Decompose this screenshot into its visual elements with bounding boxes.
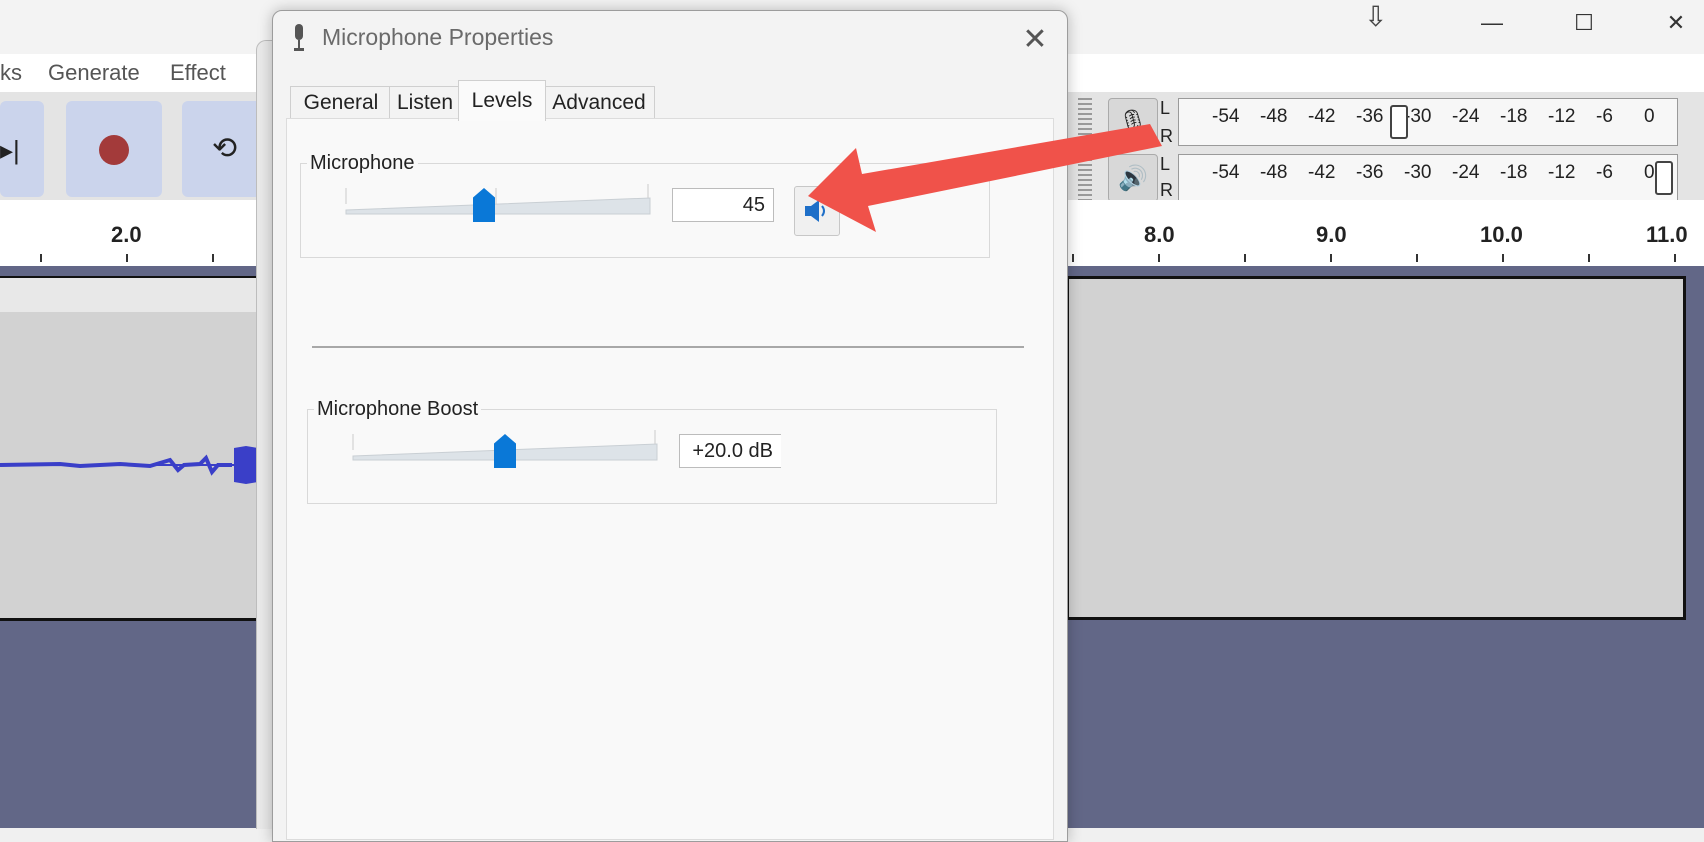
microphone-group-label: Microphone — [307, 152, 418, 175]
ruler-label: 11.0 — [1646, 222, 1688, 247]
track-header — [0, 278, 270, 312]
meter-scale-label: -24 — [1452, 162, 1480, 183]
close-icon: ✕ — [1666, 10, 1686, 35]
microphone-icon: 🎙 — [1117, 108, 1149, 136]
playback-meter-button[interactable]: 🔊 — [1108, 154, 1158, 202]
skip-to-end-button[interactable]: ▸| — [0, 101, 44, 197]
ruler-tick — [1502, 254, 1504, 262]
ruler-tick — [1072, 254, 1074, 262]
close-icon: ✕ — [1022, 22, 1048, 56]
slider-wedge — [345, 184, 651, 215]
section-divider — [312, 346, 1024, 348]
meter-scale-label: -6 — [1596, 162, 1613, 183]
menu-effect[interactable]: Effect — [170, 60, 226, 86]
microphone-boost-slider[interactable] — [351, 426, 659, 468]
ruler-tick — [212, 254, 214, 262]
ruler-tick — [1674, 254, 1676, 262]
speaker-icon — [805, 200, 825, 222]
playback-level-thumb[interactable] — [1655, 161, 1673, 195]
microphone-volume-slider[interactable] — [344, 180, 652, 222]
meter-scale-label: -18 — [1500, 162, 1528, 183]
ruler-label: 2.0 — [111, 222, 142, 247]
waveform — [0, 446, 262, 484]
meter-scale-label: -30 — [1404, 106, 1432, 127]
ruler-tick — [1416, 254, 1418, 262]
minimize-icon: — — [1481, 10, 1503, 35]
dialog-close-button[interactable]: ✕ — [1010, 20, 1060, 58]
tab-advanced[interactable]: Advanced — [543, 86, 655, 119]
meter-channel-right: R — [1160, 126, 1173, 146]
close-window-button[interactable]: ✕ — [1632, 0, 1704, 46]
meter-scale-label: -6 — [1596, 106, 1613, 127]
meter-scale-label: -42 — [1308, 162, 1336, 183]
meter-scale-label: -48 — [1260, 162, 1288, 183]
meter-scale-label: 0 — [1644, 106, 1655, 127]
audio-track[interactable] — [1066, 276, 1686, 620]
toolbar-grip[interactable] — [1078, 98, 1092, 144]
meter-scale-label: -30 — [1404, 162, 1432, 183]
meter-scale-label: -48 — [1260, 106, 1288, 127]
meter-scale-label: -18 — [1500, 106, 1528, 127]
microphone-icon — [292, 24, 306, 52]
mute-button[interactable] — [794, 186, 840, 236]
recording-level-thumb[interactable] — [1390, 105, 1408, 139]
meter-channel-left: L — [1160, 98, 1171, 118]
tab-listen[interactable]: Listen — [389, 86, 461, 119]
record-button[interactable] — [66, 101, 162, 197]
menu-tracks[interactable]: ks — [0, 60, 22, 86]
tab-general[interactable]: General — [290, 86, 392, 119]
ruler-tick — [126, 254, 128, 262]
microphone-boost-value[interactable]: +20.0 dB — [679, 434, 781, 468]
ruler-label: 8.0 — [1144, 222, 1175, 247]
meter-channel-left: L — [1160, 154, 1171, 174]
meter-scale-label: -36 — [1356, 162, 1384, 183]
microphone-boost-group-label: Microphone Boost — [314, 398, 482, 421]
maximize-button[interactable]: ☐ — [1540, 0, 1628, 46]
meter-scale-label: -24 — [1452, 106, 1480, 127]
meter-scale-label: -54 — [1212, 162, 1240, 183]
ruler-tick — [1244, 254, 1246, 262]
ruler-tick — [1158, 254, 1160, 262]
download-arrow-icon: ⇩ — [1364, 1, 1388, 32]
meter-scale-label: -54 — [1212, 106, 1240, 127]
meter-scale-label: 0 — [1644, 162, 1655, 183]
ruler-tick — [40, 254, 42, 262]
loop-icon: ⟲ — [212, 132, 238, 165]
ruler-tick — [1588, 254, 1590, 262]
meter-scale-label: -12 — [1548, 106, 1576, 127]
skip-end-icon: ▸| — [0, 135, 20, 165]
record-icon — [99, 135, 129, 165]
recording-meter-button[interactable]: 🎙 — [1108, 98, 1158, 146]
meter-scale-label: -36 — [1356, 106, 1384, 127]
tab-levels[interactable]: Levels — [458, 80, 546, 121]
minimize-button[interactable]: — — [1448, 0, 1536, 46]
microphone-volume-value[interactable]: 45 — [672, 188, 774, 222]
ruler-label: 10.0 — [1480, 222, 1523, 247]
meter-channel-right: R — [1160, 180, 1173, 200]
menu-generate[interactable]: Generate — [48, 60, 140, 86]
speaker-icon: 🔊 — [1118, 164, 1148, 192]
ruler-tick — [1330, 254, 1332, 262]
maximize-icon: ☐ — [1574, 10, 1594, 35]
ruler-label: 9.0 — [1316, 222, 1347, 247]
toolbar-grip[interactable] — [1078, 154, 1092, 200]
meter-scale-label: -12 — [1548, 162, 1576, 183]
dialog-title: Microphone Properties — [322, 24, 554, 50]
meter-scale-label: -42 — [1308, 106, 1336, 127]
